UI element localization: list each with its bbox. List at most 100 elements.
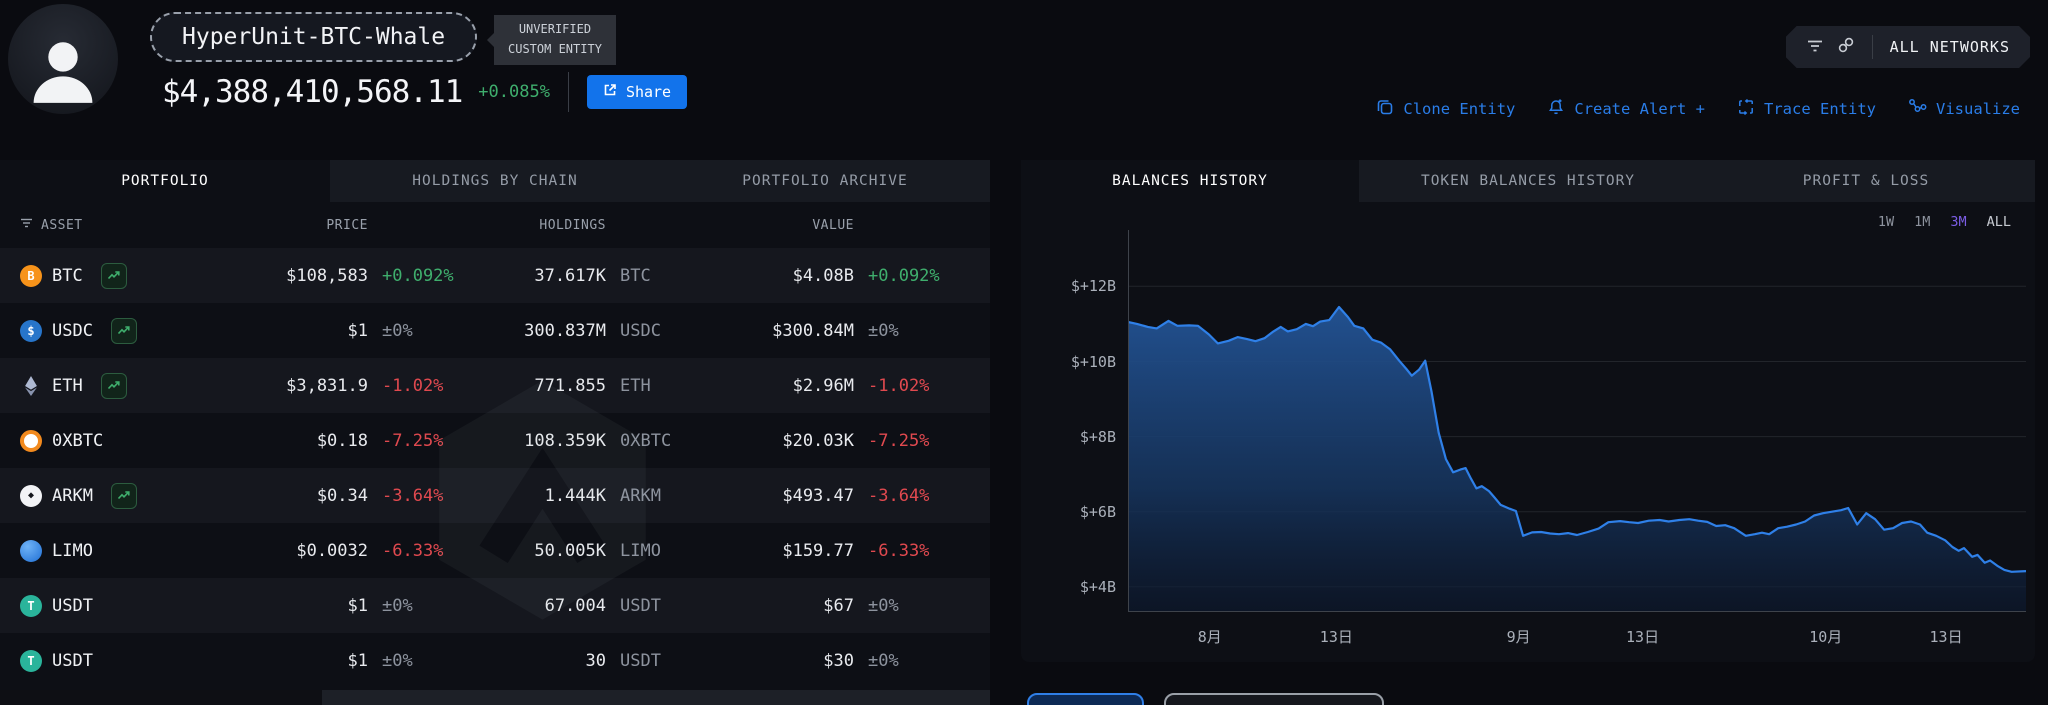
asset-symbol: ETH: [52, 376, 83, 396]
chart-option-button-primary[interactable]: [1027, 693, 1144, 705]
price-change: -7.25%: [368, 431, 456, 451]
asset-row-usdc-1[interactable]: $USDC$1±0%300.837MUSDC$300.84M±0%: [0, 303, 990, 358]
asset-symbol: USDT: [52, 651, 93, 671]
holdings-amount: 108.359K: [456, 431, 606, 451]
asset-row-usdt-6[interactable]: TUSDT$1±0%67.004USDT$67±0%: [0, 578, 990, 633]
trace-frame-icon: [1737, 98, 1755, 120]
arkm-token-icon: ◆: [20, 485, 42, 507]
all-networks-label: ALL NETWORKS: [1890, 38, 2010, 56]
mini-trend-up-icon[interactable]: [111, 318, 137, 344]
y-tick-label: $+8B: [1021, 428, 1116, 446]
mini-trend-up-icon[interactable]: [101, 263, 127, 289]
tab-holdings-by-chain[interactable]: HOLDINGS BY CHAIN: [330, 160, 660, 202]
holdings-amount: 67.004: [456, 596, 606, 616]
clone-entity-button[interactable]: Clone Entity: [1376, 98, 1515, 120]
value-change: ±0%: [854, 321, 960, 341]
x-tick-label: 8月: [1170, 626, 1250, 647]
asset-row-limo-5[interactable]: LIMO$0.0032-6.33%50.005KLIMO$159.77-6.33…: [0, 523, 990, 578]
balance-change: +0.085%: [478, 82, 550, 102]
divider: [568, 72, 569, 112]
asset-cell: ETH: [20, 373, 250, 399]
range-3m[interactable]: 3M: [1950, 214, 1966, 230]
btc-token-icon: B: [20, 265, 42, 287]
column-asset[interactable]: ASSET: [20, 218, 250, 233]
usdt-token-icon: T: [20, 595, 42, 617]
holdings-unit: 0XBTC: [606, 431, 696, 451]
bell-plus-icon: [1547, 98, 1565, 120]
external-link-icon: [603, 83, 617, 101]
range-1w[interactable]: 1W: [1878, 214, 1894, 230]
asset-cell: T USDT: [20, 595, 250, 617]
visualize-button[interactable]: Visualize: [1908, 98, 2020, 120]
x-tick-label: 13日: [1906, 626, 1986, 647]
price-value: $0.18: [250, 431, 368, 451]
range-all[interactable]: ALL: [1987, 214, 2011, 230]
balances-history-panel: BALANCES HISTORY TOKEN BALANCES HISTORY …: [1021, 160, 2035, 662]
value-change: -6.33%: [854, 541, 960, 561]
entity-name-pill[interactable]: HyperUnit-BTC-Whale: [150, 12, 477, 62]
asset-symbol: LIMO: [52, 541, 93, 561]
tab-token-balances-history[interactable]: TOKEN BALANCES HISTORY: [1359, 160, 1697, 202]
x-tick-label: 13日: [1296, 626, 1376, 647]
total-balance: $4,388,410,568.11: [162, 74, 462, 110]
table-scrollbar[interactable]: [0, 690, 990, 705]
asset-symbol: USDT: [52, 596, 93, 616]
asset-row-usdt-7[interactable]: TUSDT$1±0%30USDT$30±0%: [0, 633, 990, 688]
funnel-icon: [1806, 38, 1824, 57]
tab-profit-and-loss[interactable]: PROFIT & LOSS: [1697, 160, 2035, 202]
range-1m[interactable]: 1M: [1914, 214, 1930, 230]
asset-row-arkm-4[interactable]: ◆ARKM$0.34-3.64%1.444KARKM$493.47-3.64%: [0, 468, 990, 523]
balance-chart-region: $+12B$+10B$+8B$+6B$+4B 8月13日9月13日10月13日: [1021, 230, 2035, 662]
value-change: ±0%: [854, 596, 960, 616]
action-label: Create Alert +: [1574, 100, 1705, 118]
table-header: ASSET PRICE HOLDINGS VALUE: [0, 202, 990, 248]
all-networks-selector[interactable]: ALL NETWORKS: [1786, 26, 2030, 68]
limo-token-icon: [20, 540, 42, 562]
mini-trend-up-icon[interactable]: [111, 483, 137, 509]
badge-line-1: UNVERIFIED: [508, 20, 602, 40]
price-change: ±0%: [368, 321, 456, 341]
price-change: +0.092%: [368, 266, 456, 286]
asset-symbol: 0XBTC: [52, 431, 103, 451]
holdings-unit: ARKM: [606, 486, 696, 506]
value-amount: $159.77: [696, 541, 854, 561]
badge-line-2: CUSTOM ENTITY: [508, 40, 602, 60]
holdings-unit: USDT: [606, 596, 696, 616]
balance-row: $4,388,410,568.11 +0.085% Share: [162, 72, 687, 112]
unverified-entity-badge: UNVERIFIED CUSTOM ENTITY: [494, 15, 616, 65]
create-alert-button[interactable]: Create Alert +: [1547, 98, 1705, 120]
holdings-unit: USDT: [606, 651, 696, 671]
asset-row-0xbtc-3[interactable]: 0XBTC$0.18-7.25%108.359K0XBTC$20.03K-7.2…: [0, 413, 990, 468]
mini-trend-up-icon[interactable]: [101, 373, 127, 399]
x-tick-label: 13日: [1603, 626, 1683, 647]
column-label: ASSET: [41, 218, 83, 233]
y-tick-label: $+6B: [1021, 503, 1116, 521]
price-value: $0.34: [250, 486, 368, 506]
holdings-amount: 50.005K: [456, 541, 606, 561]
price-value: $1: [250, 321, 368, 341]
asset-symbol: USDC: [52, 321, 93, 341]
trace-entity-button[interactable]: Trace Entity: [1737, 98, 1876, 120]
holdings-amount: 37.617K: [456, 266, 606, 286]
asset-cell: 0XBTC: [20, 430, 250, 452]
asset-row-eth-2[interactable]: ETH$3,831.9-1.02%771.855ETH$2.96M-1.02%: [0, 358, 990, 413]
tab-balances-history[interactable]: BALANCES HISTORY: [1021, 160, 1359, 202]
holdings-amount: 30: [456, 651, 606, 671]
asset-cell: LIMO: [20, 540, 250, 562]
usdc-token-icon: $: [20, 320, 42, 342]
asset-row-btc-0[interactable]: BBTC$108,583+0.092%37.617KBTC$4.08B+0.09…: [0, 248, 990, 303]
portfolio-panel: PORTFOLIO HOLDINGS BY CHAIN PORTFOLIO AR…: [0, 160, 990, 705]
column-price[interactable]: PRICE: [250, 218, 368, 233]
value-amount: $493.47: [696, 486, 854, 506]
time-range-selector: 1W 1M 3M ALL: [1878, 214, 2011, 230]
chart-option-button-secondary[interactable]: [1164, 693, 1384, 705]
share-button[interactable]: Share: [587, 75, 687, 109]
tab-portfolio[interactable]: PORTFOLIO: [0, 160, 330, 202]
tab-portfolio-archive[interactable]: PORTFOLIO ARCHIVE: [660, 160, 990, 202]
column-value[interactable]: VALUE: [696, 218, 854, 233]
value-amount: $20.03K: [696, 431, 854, 451]
graph-nodes-icon: [1908, 98, 1927, 120]
column-holdings[interactable]: HOLDINGS: [456, 218, 606, 233]
asset-cell: ◆ARKM: [20, 483, 250, 509]
holdings-amount: 1.444K: [456, 486, 606, 506]
